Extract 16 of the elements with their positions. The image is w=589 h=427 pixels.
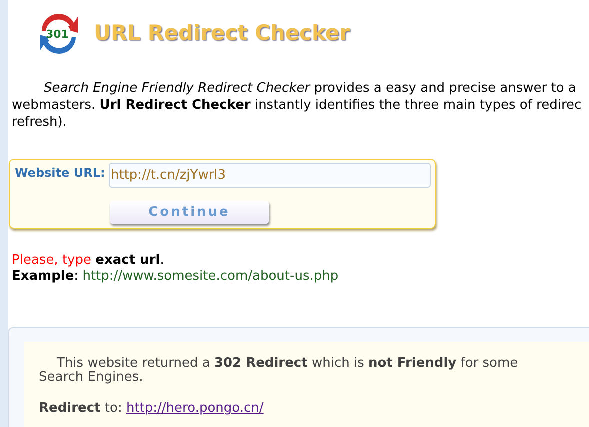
hint-emphasis: exact url (96, 253, 160, 268)
field-label: Website URL: (15, 165, 106, 182)
result-message: This website returned a 302 Redirect which is not Friendly for some Search Engines. (39, 357, 520, 385)
example-label: Example (12, 269, 74, 284)
badge-number: 301 (46, 27, 69, 43)
period-text: . (160, 253, 164, 268)
colon-text: : (74, 269, 79, 284)
redirect-label: Redirect (39, 401, 101, 416)
hint-text: Please, type (12, 253, 92, 268)
example-url: http://www.somesite.com/about-us.php (82, 269, 339, 284)
redirect-to-text: to: (104, 401, 122, 416)
redirect-link[interactable]: http://hero.pongo.cn/ (126, 401, 264, 416)
page-title: URL Redirect Checker (94, 20, 350, 48)
url-input-field[interactable]: http://t.cn/zjYwrl3 (109, 163, 431, 188)
intro-paragraph: Search Engine Friendly Redirect Checker provides a easy and precise answer to a webmasters. Url Redirect Checker instantly identifies the three main types of redirec refresh). (12, 80, 583, 131)
continue-button[interactable]: Continue (110, 201, 269, 224)
